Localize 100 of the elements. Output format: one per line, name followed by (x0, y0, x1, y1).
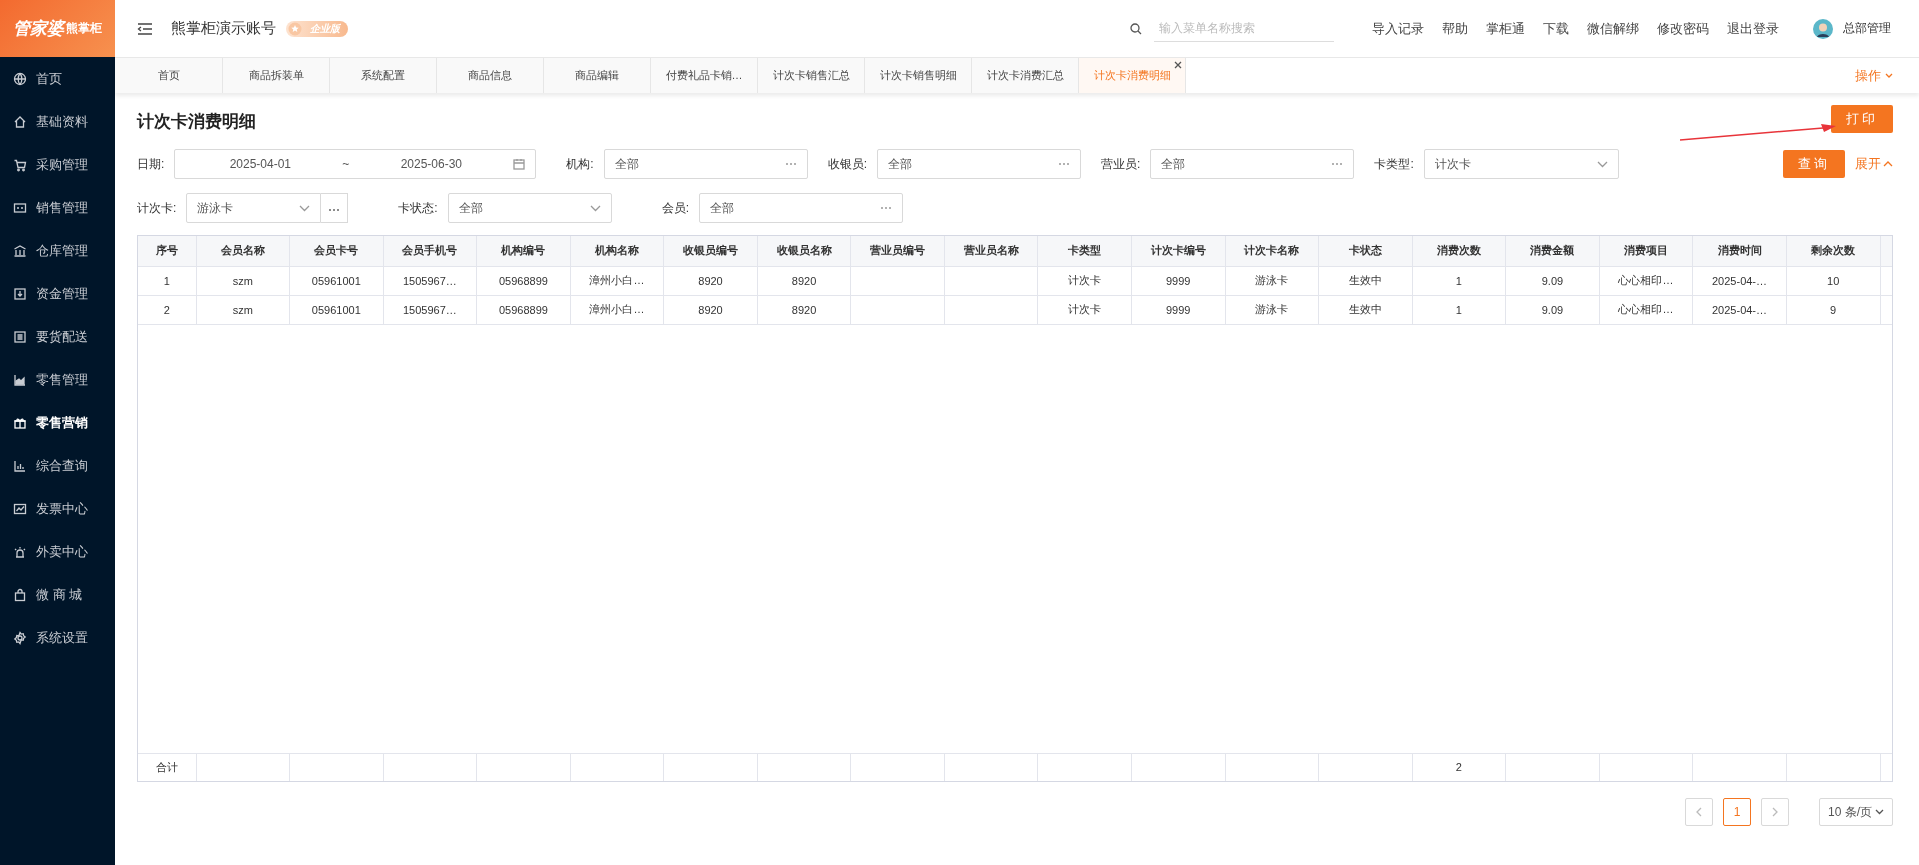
chevron-down-icon (1885, 72, 1893, 79)
more-icon (784, 161, 797, 167)
select-field[interactable]: 计次卡 (1423, 149, 1619, 179)
table-cell: 1 (1412, 266, 1506, 295)
header-link[interactable]: 修改密码 (1657, 19, 1709, 38)
tab[interactable]: 商品信息 (437, 58, 544, 93)
page-size-select[interactable]: 10 条/页 (1819, 798, 1893, 826)
picker-field[interactable]: 全部 (603, 149, 808, 179)
sidebar-item[interactable]: 综合查询 (0, 444, 115, 487)
sidebar-item[interactable]: 外卖中心 (0, 530, 115, 573)
sidebar-item[interactable]: 基础资料 (0, 100, 115, 143)
sidebar-item[interactable]: 首页 (0, 57, 115, 100)
sidebar-item[interactable]: 采购管理 (0, 143, 115, 186)
header-link[interactable]: 帮助 (1442, 19, 1468, 38)
more-icon (880, 205, 893, 211)
table-cell: 05961001 (289, 266, 384, 295)
previous-page-button[interactable] (1685, 798, 1713, 826)
column-header: 会员卡号 (289, 236, 384, 266)
tab[interactable]: 计次卡销售汇总 (758, 58, 865, 93)
bag-icon (13, 587, 27, 602)
tab[interactable]: 系统配置 (330, 58, 437, 93)
table-cell: 漳州小白… (570, 295, 664, 324)
sidebar-item[interactable]: 销售管理 (0, 186, 115, 229)
filter-label: 会员: (661, 199, 690, 217)
tab[interactable]: 计次卡销售明细 (865, 58, 972, 93)
more-button[interactable] (321, 193, 349, 223)
settings-icon (13, 630, 27, 645)
column-header: 计次卡编号 (1131, 236, 1225, 266)
account-name: 熊掌柜演示账号 (171, 19, 276, 38)
column-header: 计次卡名称 (1225, 236, 1319, 266)
table-cell: 2025-04-… (1692, 266, 1787, 295)
list-icon (13, 329, 27, 344)
column-header: 会员手机号 (383, 236, 477, 266)
more-icon (328, 206, 341, 213)
column-header: 卡类型 (1037, 236, 1132, 266)
total-cell: 2 (1412, 753, 1506, 781)
card-icon (13, 200, 27, 215)
select-field[interactable]: 全部 (447, 193, 612, 223)
chevron-up-icon (1883, 161, 1893, 167)
column-header: 会员名称 (196, 236, 290, 266)
sidebar-item[interactable]: 要货配送 (0, 315, 115, 358)
select-field[interactable]: 游泳卡 (186, 193, 322, 223)
header-link[interactable]: 下载 (1543, 19, 1569, 38)
column-header: 收银员编号 (663, 236, 758, 266)
tab[interactable]: 计次卡消费汇总 (972, 58, 1079, 93)
column-header: 机构名称 (570, 236, 664, 266)
header-link[interactable]: 退出登录 (1727, 19, 1779, 38)
table-cell: 05968899 (476, 295, 571, 324)
filter-label: 营业员: (1101, 155, 1141, 173)
sidebar-item[interactable]: 发票中心 (0, 487, 115, 530)
picker-field[interactable]: 全部 (1150, 149, 1355, 179)
alarm-icon (13, 544, 27, 559)
column-header: 营业员编号 (850, 236, 945, 266)
page-title: 计次卡消费明细 (137, 110, 257, 133)
logo-product: 熊掌柜 (66, 21, 102, 35)
header-link[interactable]: 导入记录 (1372, 19, 1424, 38)
date-range-field[interactable]: 2025-04-01 ~ 2025-06-30 (174, 149, 537, 179)
column-header: 营业员名称 (944, 236, 1038, 266)
chevron-down-icon (1875, 809, 1884, 815)
box-icon (13, 286, 27, 301)
table-cell: 心心相印… (1599, 295, 1693, 324)
filter-label: 计次卡: (137, 199, 177, 217)
sidebar-item[interactable]: 资金管理 (0, 272, 115, 315)
sidebar-item[interactable]: 零售营销 (0, 401, 115, 444)
chevron-left-icon (1696, 807, 1702, 817)
sidebar-item[interactable]: 零售管理 (0, 358, 115, 401)
calendar-icon (513, 158, 526, 170)
search-icon (1130, 22, 1142, 35)
range-separator: ~ (342, 157, 350, 171)
column-header: 消费次数 (1412, 236, 1506, 266)
header-link[interactable]: 微信解绑 (1587, 19, 1639, 38)
table-cell: 9999 (1131, 295, 1225, 324)
home-icon (13, 114, 27, 129)
bank-icon (13, 243, 27, 258)
filter-label: 卡状态: (398, 199, 438, 217)
cart-icon (13, 157, 27, 172)
column-header: 机构编号 (476, 236, 571, 266)
header-link[interactable]: 掌柜通 (1486, 19, 1525, 38)
column-header: 消费金额 (1505, 236, 1600, 266)
table-cell: 8920 (663, 266, 758, 295)
user-name[interactable]: 总部管理 (1843, 20, 1891, 37)
picker-field[interactable]: 全部 (699, 193, 904, 223)
table-cell: szm (196, 295, 290, 324)
tab[interactable]: 付费礼品卡销… (651, 58, 758, 93)
picker-field[interactable]: 全部 (877, 149, 1082, 179)
next-page-button[interactable] (1761, 798, 1789, 826)
sidebar-item[interactable]: 微 商 城 (0, 573, 115, 616)
tab[interactable]: 商品拆装单 (223, 58, 330, 93)
tab[interactable]: 首页 (115, 58, 223, 93)
chevron-down-icon (1596, 160, 1608, 168)
table-cell: 计次卡 (1037, 295, 1132, 324)
filter-label: 收银员: (827, 155, 868, 173)
table-cell: 1 (1412, 295, 1506, 324)
column-header: 序号 (138, 236, 196, 266)
menu-toggle[interactable] (137, 21, 153, 36)
tab[interactable]: 商品编辑 (544, 58, 651, 93)
sidebar-item[interactable]: 仓库管理 (0, 229, 115, 272)
line-chart-icon (13, 501, 27, 516)
table-cell: 9 (1786, 295, 1880, 324)
sidebar-item[interactable]: 系统设置 (0, 616, 115, 659)
